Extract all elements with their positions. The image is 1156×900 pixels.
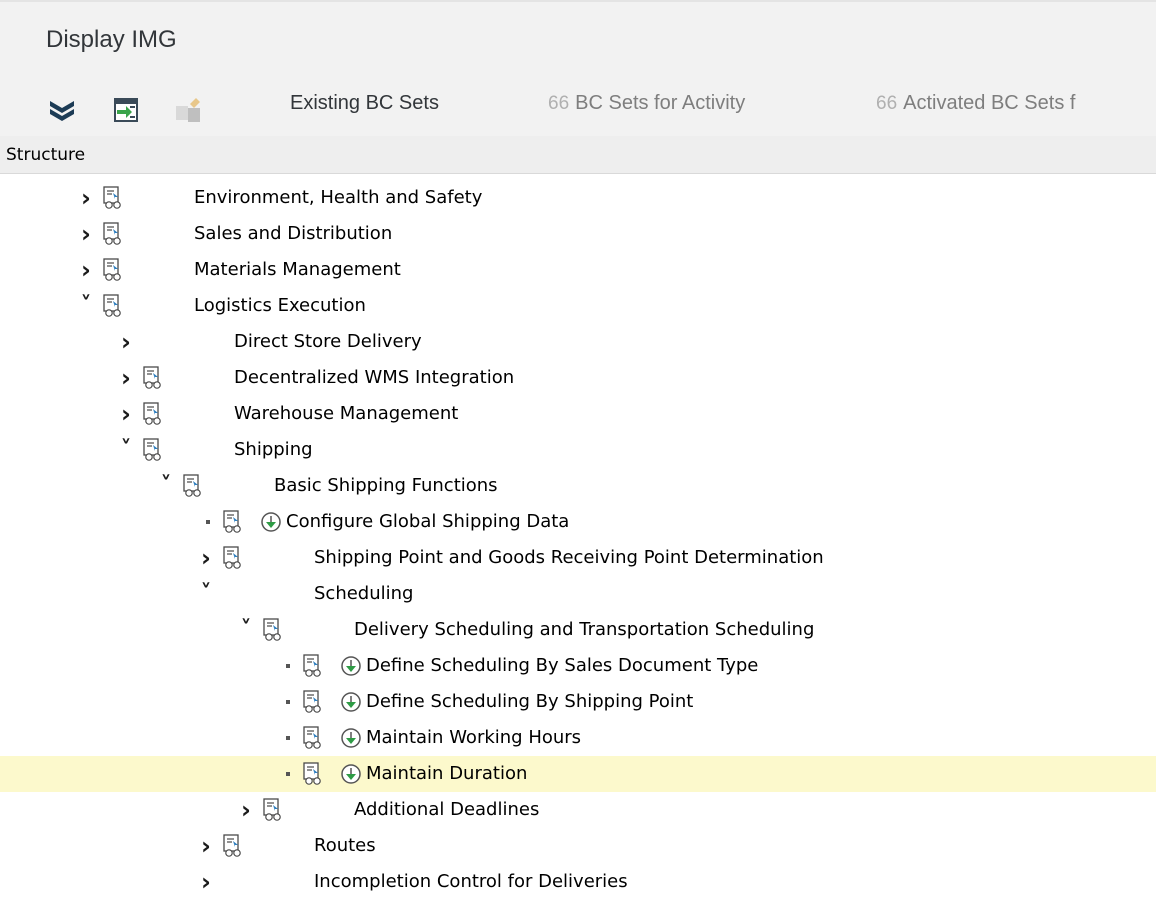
tree-node-label[interactable]: Direct Store Delivery bbox=[234, 331, 422, 352]
leaf-bullet-icon bbox=[286, 736, 290, 740]
tree-row[interactable]: ˅ Logistics Execution bbox=[0, 288, 1156, 324]
documentation-icon[interactable] bbox=[100, 257, 124, 283]
leaf-bullet-icon bbox=[206, 520, 210, 524]
documentation-icon[interactable] bbox=[260, 617, 284, 643]
documentation-icon[interactable] bbox=[140, 365, 164, 391]
chevron-right-icon[interactable]: › bbox=[116, 330, 136, 354]
expand-all-icon[interactable] bbox=[46, 94, 78, 126]
tree-node-label[interactable]: Sales and Distribution bbox=[194, 223, 392, 244]
documentation-icon[interactable] bbox=[220, 509, 244, 535]
chevron-right-icon[interactable]: › bbox=[76, 258, 96, 282]
tree-node-label[interactable]: Maintain Duration bbox=[366, 763, 527, 784]
tree-row[interactable]: › Warehouse Management bbox=[0, 396, 1156, 432]
execute-activity-icon[interactable] bbox=[340, 655, 362, 677]
documentation-icon[interactable] bbox=[220, 545, 244, 571]
tree-row[interactable]: › Direct Store Delivery bbox=[0, 324, 1156, 360]
tree-row[interactable]: › Routes bbox=[0, 828, 1156, 864]
documentation-icon[interactable] bbox=[100, 185, 124, 211]
documentation-icon[interactable] bbox=[300, 761, 324, 787]
tree-node-label[interactable]: Delivery Scheduling and Transportation S… bbox=[354, 619, 814, 640]
tree-node-label[interactable]: Define Scheduling By Shipping Point bbox=[366, 691, 693, 712]
execute-activity-icon[interactable] bbox=[340, 727, 362, 749]
execute-activity-icon[interactable] bbox=[260, 511, 282, 533]
tree-row[interactable]: Define Scheduling By Shipping Point bbox=[0, 684, 1156, 720]
chevron-down-icon[interactable]: ˅ bbox=[76, 294, 96, 318]
window-title: Display IMG bbox=[46, 26, 177, 53]
tree-row[interactable]: Configure Global Shipping Data bbox=[0, 504, 1156, 540]
chevron-right-icon[interactable]: › bbox=[196, 870, 216, 894]
tree-row[interactable]: Define Scheduling By Sales Document Type bbox=[0, 648, 1156, 684]
tree-node-label[interactable]: Logistics Execution bbox=[194, 295, 366, 316]
documentation-icon[interactable] bbox=[140, 437, 164, 463]
documentation-icon[interactable] bbox=[300, 653, 324, 679]
activated-bc-sets-label: Activated BC Sets f bbox=[903, 92, 1076, 114]
structure-column-header[interactable]: Structure bbox=[0, 136, 1156, 174]
tree-node-label[interactable]: Shipping Point and Goods Receiving Point… bbox=[314, 547, 824, 568]
chevron-down-icon[interactable]: ˅ bbox=[116, 438, 136, 462]
leaf-bullet-icon bbox=[286, 664, 290, 668]
chevron-right-icon[interactable]: › bbox=[76, 222, 96, 246]
tree-node-label[interactable]: Configure Global Shipping Data bbox=[286, 511, 569, 532]
tree-row[interactable]: › Additional Deadlines bbox=[0, 792, 1156, 828]
chevron-right-icon[interactable]: › bbox=[236, 798, 256, 822]
existing-bc-sets-label: Existing BC Sets bbox=[290, 92, 439, 114]
tree-node-label[interactable]: Basic Shipping Functions bbox=[274, 475, 498, 496]
tree-node-label[interactable]: Incompletion Control for Deliveries bbox=[314, 871, 628, 892]
structure-header-label: Structure bbox=[6, 145, 86, 165]
tree-node-label[interactable]: Scheduling bbox=[314, 583, 413, 604]
execute-activity-icon[interactable] bbox=[340, 763, 362, 785]
tree-node-label[interactable]: Define Scheduling By Sales Document Type bbox=[366, 655, 758, 676]
documentation-icon[interactable] bbox=[260, 797, 284, 823]
tree-node-label[interactable]: Additional Deadlines bbox=[354, 799, 539, 820]
tree-row[interactable]: › Materials Management bbox=[0, 252, 1156, 288]
chevron-down-icon[interactable]: ˅ bbox=[236, 618, 256, 642]
tree-node-label[interactable]: Maintain Working Hours bbox=[366, 727, 581, 748]
tree-row[interactable]: ˅ Basic Shipping Functions bbox=[0, 468, 1156, 504]
bc-set-change-icon[interactable] bbox=[172, 94, 204, 126]
tree-node-label[interactable]: Decentralized WMS Integration bbox=[234, 367, 514, 388]
tree-node-label[interactable]: Environment, Health and Safety bbox=[194, 187, 482, 208]
tree-row[interactable]: Maintain Duration bbox=[0, 756, 1156, 792]
chevron-down-icon[interactable]: ˅ bbox=[196, 582, 216, 606]
tree-row[interactable]: › Shipping Point and Goods Receiving Poin… bbox=[0, 540, 1156, 576]
tree-node-label[interactable]: Warehouse Management bbox=[234, 403, 458, 424]
documentation-icon[interactable] bbox=[100, 221, 124, 247]
tree-row[interactable]: › Decentralized WMS Integration bbox=[0, 360, 1156, 396]
tree-row[interactable]: Maintain Working Hours bbox=[0, 720, 1156, 756]
tree-row[interactable]: ˅ Shipping bbox=[0, 432, 1156, 468]
tree-node-label[interactable]: Shipping bbox=[234, 439, 313, 460]
tree-node-label[interactable]: Routes bbox=[314, 835, 376, 856]
documentation-icon[interactable] bbox=[100, 293, 124, 319]
title-bar: Display IMG bbox=[0, 0, 1156, 86]
tree-row[interactable]: › Incompletion Control for Deliveries bbox=[0, 864, 1156, 900]
tree-row[interactable]: › Sales and Distribution bbox=[0, 216, 1156, 252]
tree-row[interactable]: › Environment, Health and Safety bbox=[0, 180, 1156, 216]
bc-sets-for-activity-button[interactable]: 66 BC Sets for Activity bbox=[548, 92, 745, 115]
glasses-icon: 66 bbox=[876, 93, 898, 114]
existing-bc-sets-button[interactable]: Existing BC Sets bbox=[290, 92, 439, 115]
chevron-right-icon[interactable]: › bbox=[76, 186, 96, 210]
chevron-right-icon[interactable]: › bbox=[116, 366, 136, 390]
bc-sets-for-activity-label: BC Sets for Activity bbox=[575, 92, 746, 114]
documentation-icon[interactable] bbox=[300, 725, 324, 751]
documentation-icon[interactable] bbox=[180, 473, 204, 499]
tree-row[interactable]: ˅ Delivery Scheduling and Transportation … bbox=[0, 612, 1156, 648]
documentation-icon[interactable] bbox=[140, 401, 164, 427]
tree-row[interactable]: ˅ Scheduling bbox=[0, 576, 1156, 612]
execute-activity-icon[interactable] bbox=[340, 691, 362, 713]
chevron-right-icon[interactable]: › bbox=[116, 402, 136, 426]
chevron-right-icon[interactable]: › bbox=[196, 834, 216, 858]
documentation-icon[interactable] bbox=[300, 689, 324, 715]
leaf-bullet-icon bbox=[286, 772, 290, 776]
leaf-bullet-icon bbox=[286, 700, 290, 704]
tree-node-label[interactable]: Materials Management bbox=[194, 259, 401, 280]
execute-icon[interactable] bbox=[110, 94, 142, 126]
activated-bc-sets-button[interactable]: 66 Activated BC Sets f bbox=[876, 92, 1075, 115]
chevron-down-icon[interactable]: ˅ bbox=[156, 474, 176, 498]
glasses-icon: 66 bbox=[548, 93, 570, 114]
chevron-right-icon[interactable]: › bbox=[196, 546, 216, 570]
documentation-icon[interactable] bbox=[220, 833, 244, 859]
